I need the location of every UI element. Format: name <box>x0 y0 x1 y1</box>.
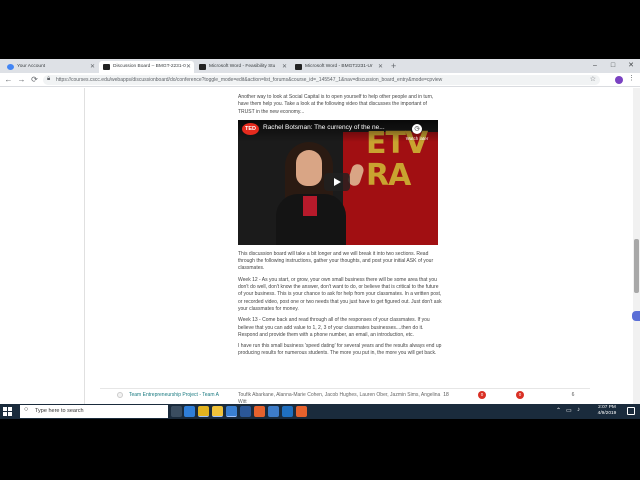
edge-legacy-icon[interactable] <box>282 406 293 417</box>
windows-taskbar: ○ Type here to search ⌃ ▭ ♪ 2:07 PM 4/9/… <box>0 404 640 419</box>
tab-label: Microsoft Word - BMGT2231-Ur <box>305 64 373 69</box>
tab-word-bmgt2231[interactable]: Microsoft Word - BMGT2231-Ur ✕ <box>291 61 386 73</box>
forum-description: Another way to look at Social Capital is… <box>238 94 443 362</box>
back-button[interactable]: ← <box>3 74 14 85</box>
file-explorer-icon[interactable] <box>212 406 223 417</box>
forum-title-link[interactable]: Team Entrepreneurship Project - Team A <box>129 392 219 398</box>
chrome-icon[interactable] <box>198 406 209 417</box>
close-tab-icon[interactable]: ✕ <box>186 61 191 73</box>
close-window-button[interactable]: ✕ <box>622 59 640 73</box>
maximize-button[interactable]: □ <box>604 59 622 73</box>
week-12-paragraph: Week 12 - As you start, or grow, your ow… <box>238 276 442 312</box>
close-tab-icon[interactable]: ✕ <box>282 61 287 73</box>
address-bar[interactable]: 🔒︎ https://courses.cscc.edu/webapps/disc… <box>43 75 600 85</box>
blackboard-favicon-icon <box>103 64 110 70</box>
discussion-page: Another way to look at Social Capital is… <box>0 88 640 404</box>
play-button[interactable] <box>324 172 350 191</box>
tab-label: Your Account <box>17 64 46 69</box>
bookmark-star-icon[interactable]: ☆ <box>590 75 596 85</box>
scrollbar-thumb[interactable] <box>634 239 639 293</box>
tab-label: Microsoft Word - Feasibility Stu <box>209 64 276 69</box>
unread-posts-badge[interactable]: 0 <box>478 391 486 399</box>
screen: Your Account ✕ Discussion Board – BMGT-2… <box>0 0 640 480</box>
url-text[interactable]: https://courses.cscc.edu/webapps/discuss… <box>56 75 442 85</box>
battery-icon[interactable]: ▭ <box>566 407 572 414</box>
browser-toolbar: ← → ⟳ 🔒︎ https://courses.cscc.edu/webapp… <box>0 73 640 87</box>
tab-your-account[interactable]: Your Account ✕ <box>3 61 98 73</box>
watch-later-label: Watch later <box>405 135 429 141</box>
side-panel-tab-icon[interactable] <box>632 311 640 321</box>
new-tab-button[interactable]: + <box>391 61 396 71</box>
watch-later-button[interactable]: ◷ Watch later <box>401 123 433 142</box>
forum-row: Team Entrepreneurship Project - Team A T… <box>100 391 590 404</box>
lock-icon: 🔒︎ <box>47 76 51 82</box>
profile-avatar-icon[interactable] <box>615 76 623 84</box>
tab-word-feasibility[interactable]: Microsoft Word - Feasibility Stu ✕ <box>195 61 290 73</box>
browser-menu-icon[interactable]: ⋮ <box>628 74 635 82</box>
close-tab-icon[interactable]: ✕ <box>90 61 95 73</box>
ted-logo-icon[interactable]: TED <box>242 122 259 135</box>
search-icon: ○ <box>24 406 29 413</box>
replies-to-me-badge[interactable]: 0 <box>516 391 524 399</box>
tray-chevron-icon[interactable]: ⌃ <box>556 407 561 414</box>
closing-paragraph: I have run this small business 'speed da… <box>238 343 442 357</box>
tab-discussion-board[interactable]: Discussion Board – BMGT-2231-0 ✕ <box>99 61 194 73</box>
total-posts: 18 <box>443 392 449 398</box>
blackboard-favicon-icon <box>295 64 302 70</box>
windows-start-icon[interactable] <box>3 407 13 417</box>
speaker-face <box>296 149 322 186</box>
browser-window: Your Account ✕ Discussion Board – BMGT-2… <box>0 59 640 404</box>
speaker-shirt <box>303 195 317 216</box>
taskbar-search-box[interactable]: ○ Type here to search <box>20 405 168 418</box>
embedded-video[interactable]: ETV RA TED Rachel Botsman: The currency … <box>238 119 438 245</box>
mail-icon[interactable] <box>268 406 279 417</box>
edge-icon[interactable] <box>184 406 195 417</box>
firefox-icon-2[interactable] <box>296 406 307 417</box>
word-icon[interactable] <box>240 406 251 417</box>
search-placeholder: Type here to search <box>35 408 84 414</box>
notifications-icon[interactable] <box>627 407 635 415</box>
week-13-paragraph: Week 13 - Come back and read through all… <box>238 317 430 338</box>
video-title[interactable]: Rachel Botsman: The currency of the ne..… <box>263 124 393 131</box>
account-favicon-icon <box>7 64 14 70</box>
clock-date: 4/9/2019 <box>597 411 617 416</box>
instructions-paragraph: This discussion board will take a bit lo… <box>238 250 434 272</box>
blackboard-favicon-icon <box>199 64 206 70</box>
tab-label: Discussion Board – BMGT-2231-0 <box>113 64 186 69</box>
minimize-button[interactable]: – <box>586 59 604 73</box>
intro-paragraph: Another way to look at Social Capital is… <box>238 94 434 115</box>
forward-button[interactable]: → <box>16 74 27 85</box>
close-tab-icon[interactable]: ✕ <box>378 61 383 73</box>
firefox-icon[interactable] <box>254 406 265 417</box>
volume-icon[interactable]: ♪ <box>577 407 580 413</box>
left-divider <box>84 88 85 404</box>
participants-count: 6 <box>571 392 575 398</box>
forum-members: Toufik Abarkane, Alanna-Marie Cohen, Jac… <box>238 392 441 404</box>
reload-button[interactable]: ⟳ <box>29 74 40 85</box>
task-view-icon[interactable] <box>171 406 182 417</box>
tab-strip: Your Account ✕ Discussion Board – BMGT-2… <box>0 59 640 73</box>
taskbar-clock[interactable]: 2:07 PM 4/9/2019 <box>590 405 624 417</box>
store-icon[interactable] <box>226 406 237 417</box>
forum-select-radio[interactable] <box>117 392 123 398</box>
row-divider <box>100 388 590 389</box>
clock-icon: ◷ <box>412 123 422 134</box>
